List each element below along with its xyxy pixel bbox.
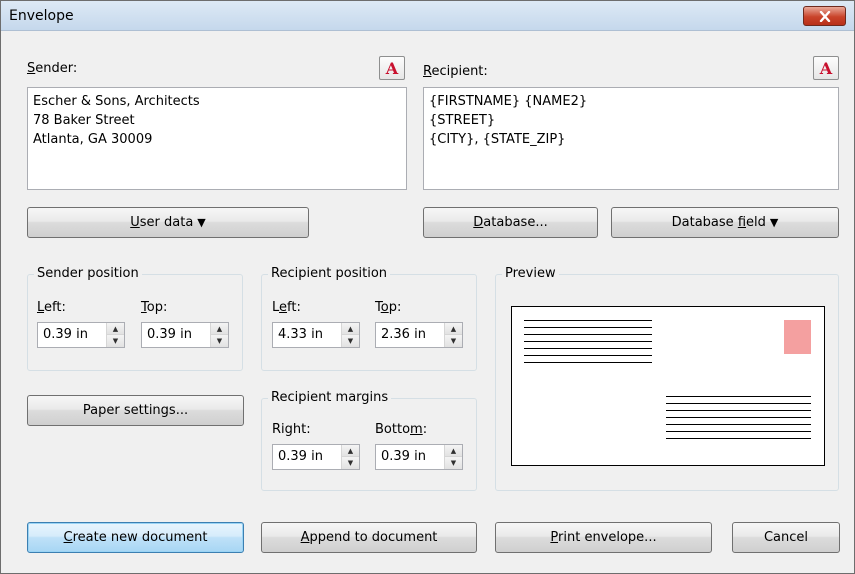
recipient-margins-title: Recipient margins bbox=[268, 390, 392, 405]
sender-top-label: Top: bbox=[141, 300, 168, 315]
recipient-right-spinner[interactable]: 0.39 in ▲ ▼ bbox=[272, 444, 360, 470]
close-button[interactable] bbox=[803, 6, 846, 26]
spin-up-icon[interactable]: ▲ bbox=[342, 323, 359, 335]
recipient-left-spinner[interactable]: 4.33 in ▲ ▼ bbox=[272, 322, 360, 348]
spin-down-icon[interactable]: ▼ bbox=[445, 457, 462, 469]
spin-down-icon[interactable]: ▼ bbox=[445, 335, 462, 347]
sender-left-spinner[interactable]: 0.39 in ▲ ▼ bbox=[37, 322, 125, 348]
recipient-left-label: Left: bbox=[272, 300, 301, 315]
create-new-document-button[interactable]: Create new document bbox=[27, 522, 244, 553]
preview-sender-line bbox=[524, 355, 652, 356]
sender-position-title: Sender position bbox=[34, 266, 142, 281]
sender-top-spinner[interactable]: 0.39 in ▲ ▼ bbox=[141, 322, 229, 348]
spin-down-icon[interactable]: ▼ bbox=[211, 335, 228, 347]
spin-up-icon[interactable]: ▲ bbox=[445, 445, 462, 457]
close-icon bbox=[819, 10, 830, 22]
preview-recipient-line bbox=[666, 396, 811, 397]
preview-recipient-line bbox=[666, 410, 811, 411]
recipient-address-field[interactable]: {FIRSTNAME} {NAME2} {STREET} {CITY}, {ST… bbox=[423, 87, 839, 190]
sender-font-button[interactable]: A bbox=[379, 56, 405, 80]
spin-up-icon[interactable]: ▲ bbox=[211, 323, 228, 335]
sender-left-value: 0.39 in bbox=[43, 327, 88, 342]
window-title: Envelope bbox=[9, 8, 74, 24]
preview-sender-line bbox=[524, 341, 652, 342]
preview-recipient-line bbox=[666, 438, 811, 439]
envelope-preview bbox=[511, 306, 825, 466]
preview-stamp bbox=[784, 320, 811, 354]
spin-up-icon[interactable]: ▲ bbox=[445, 323, 462, 335]
recipient-bottom-spinner[interactable]: 0.39 in ▲ ▼ bbox=[375, 444, 463, 470]
sender-address-field[interactable]: Escher & Sons, Architects 78 Baker Stree… bbox=[27, 87, 407, 190]
recipient-bottom-label: Bottom: bbox=[375, 422, 428, 437]
preview-recipient-line bbox=[666, 431, 811, 432]
title-bar: Envelope bbox=[1, 1, 854, 31]
user-data-button[interactable]: User data ▼ bbox=[27, 207, 309, 238]
append-to-document-button[interactable]: Append to document bbox=[261, 522, 477, 553]
preview-sender-line bbox=[524, 334, 652, 335]
preview-recipient-line bbox=[666, 424, 811, 425]
preview-recipient-line bbox=[666, 403, 811, 404]
paper-settings-button[interactable]: Paper settings... bbox=[27, 395, 244, 426]
spin-up-icon[interactable]: ▲ bbox=[107, 323, 124, 335]
recipient-left-value: 4.33 in bbox=[278, 327, 323, 342]
database-field-button[interactable]: Database field ▼ bbox=[611, 207, 839, 238]
recipient-label: Recipient: bbox=[423, 64, 488, 79]
cancel-button[interactable]: Cancel bbox=[732, 522, 840, 553]
recipient-bottom-value: 0.39 in bbox=[381, 449, 426, 464]
recipient-right-label: Right: bbox=[272, 422, 311, 437]
spin-down-icon[interactable]: ▼ bbox=[342, 457, 359, 469]
preview-sender-line bbox=[524, 348, 652, 349]
envelope-dialog: Envelope Sender: A Escher & Sons, Archit… bbox=[0, 0, 855, 574]
recipient-top-label: Top: bbox=[375, 300, 402, 315]
recipient-top-value: 2.36 in bbox=[381, 327, 426, 342]
spin-down-icon[interactable]: ▼ bbox=[107, 335, 124, 347]
sender-top-value: 0.39 in bbox=[147, 327, 192, 342]
preview-sender-line bbox=[524, 320, 652, 321]
spin-up-icon[interactable]: ▲ bbox=[342, 445, 359, 457]
recipient-font-button[interactable]: A bbox=[813, 56, 839, 80]
font-icon: A bbox=[385, 58, 399, 78]
preview-title: Preview bbox=[502, 266, 559, 281]
preview-sender-line bbox=[524, 327, 652, 328]
recipient-right-value: 0.39 in bbox=[278, 449, 323, 464]
recipient-position-title: Recipient position bbox=[268, 266, 391, 281]
preview-sender-line bbox=[524, 362, 652, 363]
dropdown-arrow-icon: ▼ bbox=[769, 216, 779, 229]
print-envelope-button[interactable]: Print envelope... bbox=[495, 522, 712, 553]
font-icon: A bbox=[819, 58, 833, 78]
dropdown-arrow-icon: ▼ bbox=[197, 216, 206, 229]
preview-recipient-line bbox=[666, 417, 811, 418]
spin-down-icon[interactable]: ▼ bbox=[342, 335, 359, 347]
recipient-top-spinner[interactable]: 2.36 in ▲ ▼ bbox=[375, 322, 463, 348]
sender-label: Sender: bbox=[27, 61, 78, 76]
database-button[interactable]: Database... bbox=[423, 207, 598, 238]
sender-left-label: Left: bbox=[37, 300, 66, 315]
